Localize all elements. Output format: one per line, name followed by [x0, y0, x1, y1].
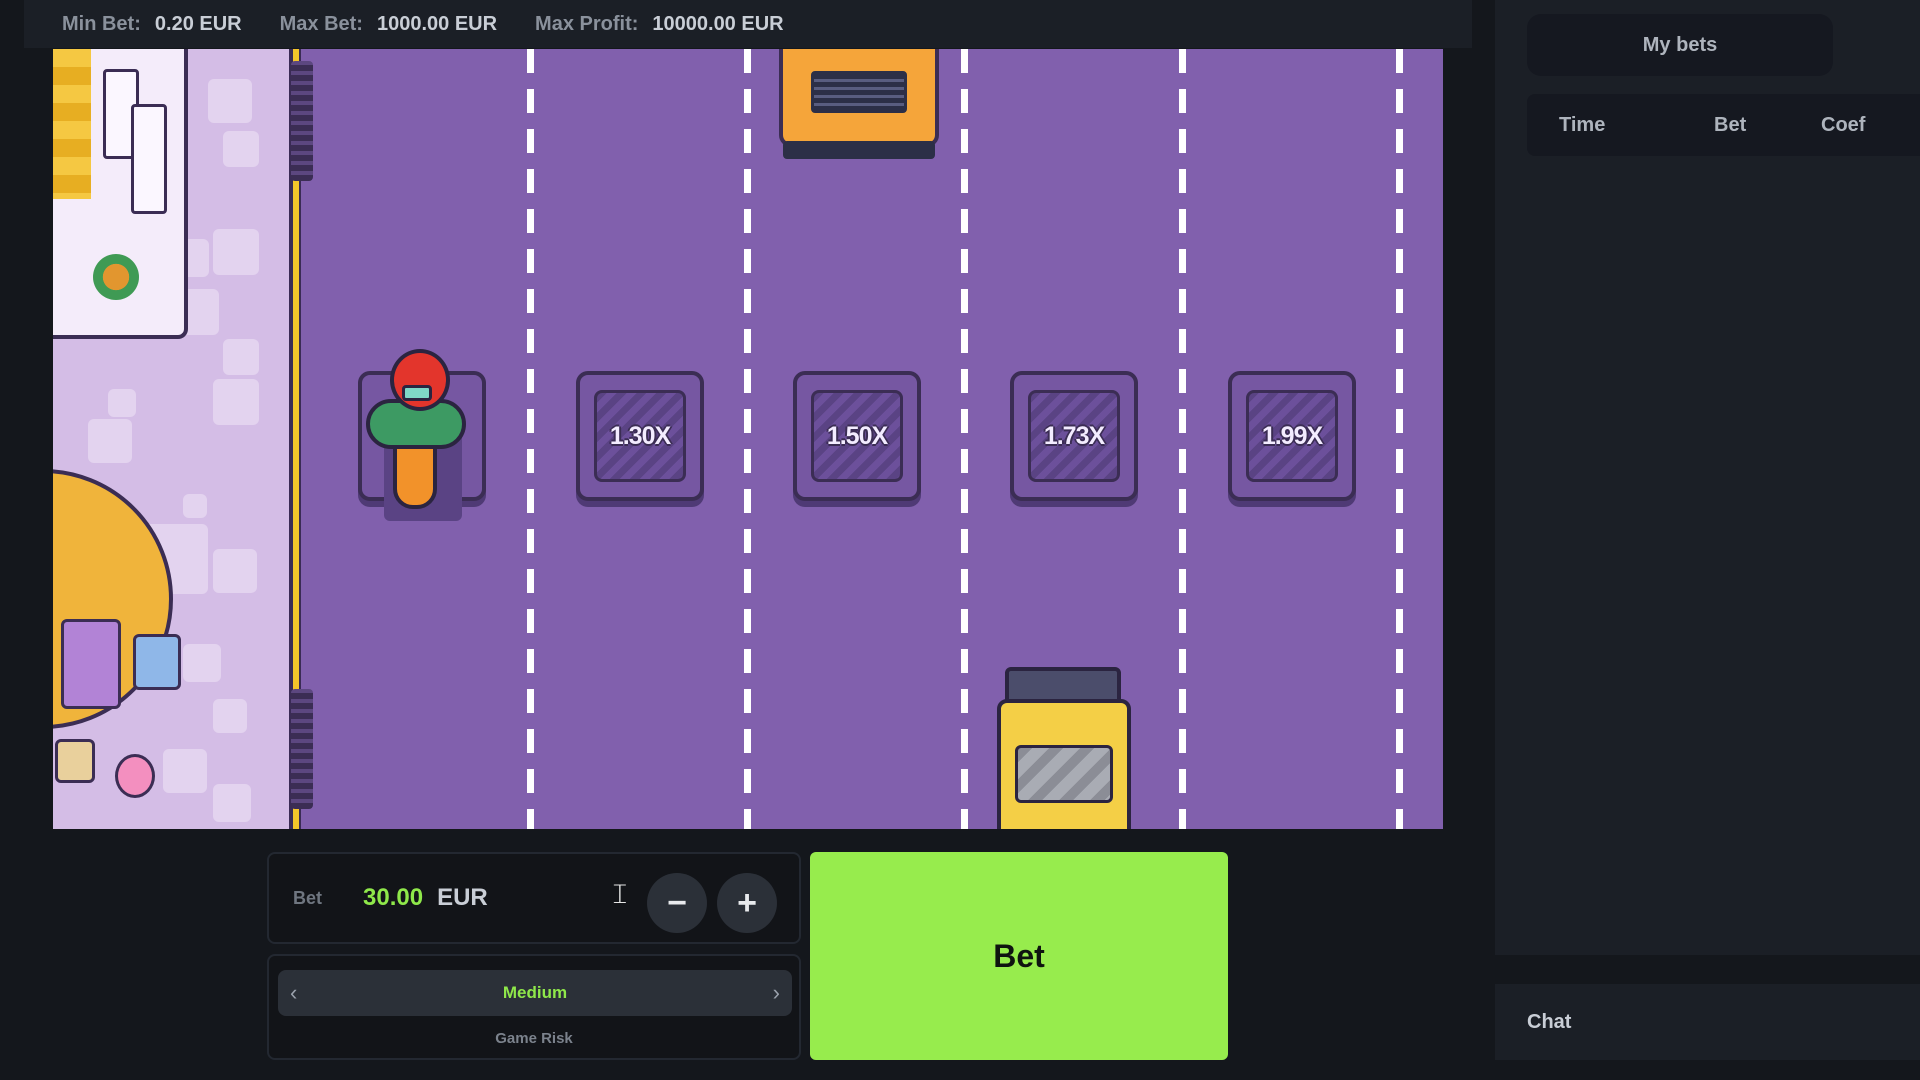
chevron-right-icon[interactable]: › [773, 980, 780, 1006]
increase-bet-button[interactable]: + [717, 873, 777, 933]
sidewalk-tile [213, 699, 247, 733]
chevron-left-icon[interactable]: ‹ [290, 980, 297, 1006]
sidewalk [53, 49, 289, 829]
shop-shelf [131, 104, 167, 214]
game-risk-control: ‹ Medium › Game Risk [267, 954, 801, 1060]
lane-divider [744, 49, 751, 829]
multiplier-tile-3[interactable]: 1.73X [1010, 371, 1138, 501]
crossy-road-bet-game: Min Bet: 0.20 EUR Max Bet: 1000.00 EUR M… [0, 0, 1920, 1080]
cafe-table [61, 619, 121, 709]
bet-label: Bet [293, 887, 323, 908]
sidewalk-tile [213, 784, 251, 822]
multiplier-tile-2[interactable]: 1.50X [793, 371, 921, 501]
hatched-lid: 1.30X [594, 390, 686, 482]
orange-bus [779, 49, 939, 159]
risk-caption: Game Risk [495, 1030, 573, 1047]
column-coef: Coef [1821, 114, 1866, 136]
red-helmet [390, 349, 450, 411]
flower-pot [115, 754, 155, 798]
column-bet: Bet [1714, 114, 1747, 136]
min-bet-label: Min Bet: [62, 12, 141, 35]
cafe-chair [55, 739, 95, 783]
lane-divider [961, 49, 968, 829]
decrease-bet-button[interactable]: − [647, 873, 707, 933]
bet-currency: EUR [437, 884, 488, 911]
sidewalk-tile [163, 749, 207, 793]
shop-awning [53, 49, 91, 199]
risk-value: Medium [502, 983, 568, 1002]
bets-table-header: Time Bet Coef [1527, 94, 1920, 156]
multiplier-tile-4[interactable]: 1.99X [1228, 371, 1356, 501]
multiplier-value: 1.73X [1043, 421, 1105, 450]
max-bet-label: Max Bet: [279, 12, 363, 35]
sidewalk-tile [223, 131, 259, 167]
sidewalk-tile [213, 229, 259, 275]
multiplier-value: 1.50X [826, 421, 888, 450]
helmet-visor [402, 385, 432, 401]
hatched-lid: 1.99X [1246, 390, 1338, 482]
tab-my-bets[interactable]: My bets [1527, 14, 1833, 76]
place-bet-button[interactable]: Bet [810, 852, 1228, 1060]
hatched-lid: 1.50X [811, 390, 903, 482]
multiplier-value: 1.30X [609, 421, 671, 450]
sidewalk-tile [183, 644, 221, 682]
lane-divider [527, 49, 534, 829]
max-profit-label: Max Profit: [535, 12, 639, 35]
sidewalk-tile [213, 549, 257, 593]
min-bet-value: 0.20 EUR [154, 12, 242, 35]
text-cursor-icon: 𝙸 [610, 878, 630, 909]
multiplier-tile-1[interactable]: 1.30X [576, 371, 704, 501]
lane-divider [1396, 49, 1403, 829]
sidewalk-tile [108, 389, 136, 417]
sidewalk-tile [208, 79, 252, 123]
sewer-grate [291, 61, 313, 181]
bus-grill [811, 71, 907, 113]
yellow-truck [991, 667, 1131, 829]
cafe-chair [133, 634, 181, 690]
bet-amount-input[interactable]: 30.00 [363, 884, 423, 912]
max-bet-value: 1000.00 EUR [376, 12, 498, 35]
hatched-lid: 1.73X [1028, 390, 1120, 482]
lane-divider [1179, 49, 1186, 829]
bet-amount-control: Bet 30.00 EUR 𝙸 − + [267, 852, 801, 944]
bet-limits-bar: Min Bet: 0.20 EUR Max Bet: 1000.00 EUR M… [24, 0, 1472, 48]
multiplier-value: 1.99X [1261, 421, 1323, 450]
game-canvas[interactable]: 1.30X 1.50X 1.73X 1.99X [53, 49, 1443, 829]
chat-toggle[interactable]: Chat [1495, 984, 1920, 1060]
bets-panel: My bets Time Bet Coef [1495, 0, 1920, 955]
scooter-rider [358, 349, 468, 521]
risk-selector[interactable]: ‹ Medium › [278, 970, 792, 1016]
column-time: Time [1559, 114, 1606, 136]
max-profit-value: 10000.00 EUR [652, 12, 784, 35]
bus-bumper [783, 141, 935, 159]
potted-plant [93, 254, 139, 300]
truck-windshield [1015, 745, 1113, 803]
sidewalk-tile [213, 379, 259, 425]
sidewalk-tile [183, 494, 207, 518]
sewer-grate [291, 689, 313, 809]
sidewalk-tile [223, 339, 259, 375]
sidewalk-tile [88, 419, 132, 463]
